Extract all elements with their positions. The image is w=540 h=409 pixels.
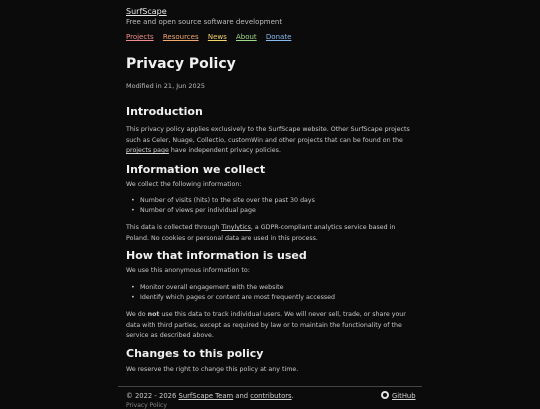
page-title: Privacy Policy — [126, 56, 236, 72]
period-text: . — [291, 392, 294, 400]
github-link[interactable]: GitHub — [381, 391, 416, 400]
main-nav: Projects Resources News About Donate — [126, 33, 298, 41]
tinylytics-link[interactable]: Tinylytics — [221, 224, 251, 231]
intro-paragraph: This privacy policy applies exclusively … — [126, 125, 416, 157]
copyright-text: © 2022 - 2026 — [126, 392, 179, 400]
changes-paragraph: We reserve the right to change this poli… — [126, 366, 299, 373]
nav-projects[interactable]: Projects — [126, 33, 154, 41]
footer-divider — [118, 386, 422, 387]
nav-donate[interactable]: Donate — [266, 33, 291, 41]
github-icon — [381, 391, 389, 399]
and-text: and — [233, 392, 251, 400]
footer-copyright: © 2022 - 2026 SurfScape Team and contrib… — [126, 392, 294, 400]
usage-item-pages: Identify which pages or content are most… — [126, 293, 430, 304]
heading-introduction: Introduction — [126, 105, 203, 118]
modified-date: Modified in 21, Jun 2025 — [126, 82, 205, 90]
nav-about[interactable]: About — [236, 33, 257, 41]
collect-text-1: This data is collected through — [126, 224, 222, 231]
usage-bold-not: not — [147, 311, 160, 318]
page: SurfScape Free and open source software … — [0, 0, 540, 409]
intro-text-2: have independent privacy policies. — [168, 147, 281, 154]
nav-news[interactable]: News — [208, 33, 227, 41]
site-tagline: Free and open source software developmen… — [126, 18, 283, 26]
heading-information-used: How that information is used — [126, 249, 307, 262]
usage-text-1: We do — [126, 311, 148, 318]
usage-paragraph: We do not use this data to track individ… — [126, 310, 416, 342]
collect-item-views: Number of views per individual page — [126, 206, 430, 217]
usage-text-2: use this data to track individual users.… — [126, 311, 406, 339]
projects-page-link[interactable]: projects page — [126, 147, 169, 154]
site-title-link[interactable]: SurfScape — [126, 7, 167, 16]
footer-privacy-link[interactable]: Privacy Policy — [126, 402, 167, 409]
collect-paragraph: This data is collected through Tinylytic… — [126, 223, 416, 244]
heading-changes: Changes to this policy — [126, 347, 264, 360]
intro-text-1: This privacy policy applies exclusively … — [126, 126, 410, 144]
contributors-link[interactable]: contributors — [250, 392, 291, 400]
collect-item-visits: Number of visits (hits) to the site over… — [126, 196, 430, 207]
usage-item-engagement: Monitor overall engagement with the webs… — [126, 283, 430, 294]
heading-information-collect: Information we collect — [126, 163, 266, 176]
collect-lead: We collect the following information: — [126, 181, 242, 188]
nav-resources[interactable]: Resources — [163, 33, 199, 41]
github-label: GitHub — [392, 392, 416, 400]
usage-lead: We use this anonymous information to: — [126, 267, 250, 274]
team-link[interactable]: SurfScape Team — [179, 392, 234, 400]
